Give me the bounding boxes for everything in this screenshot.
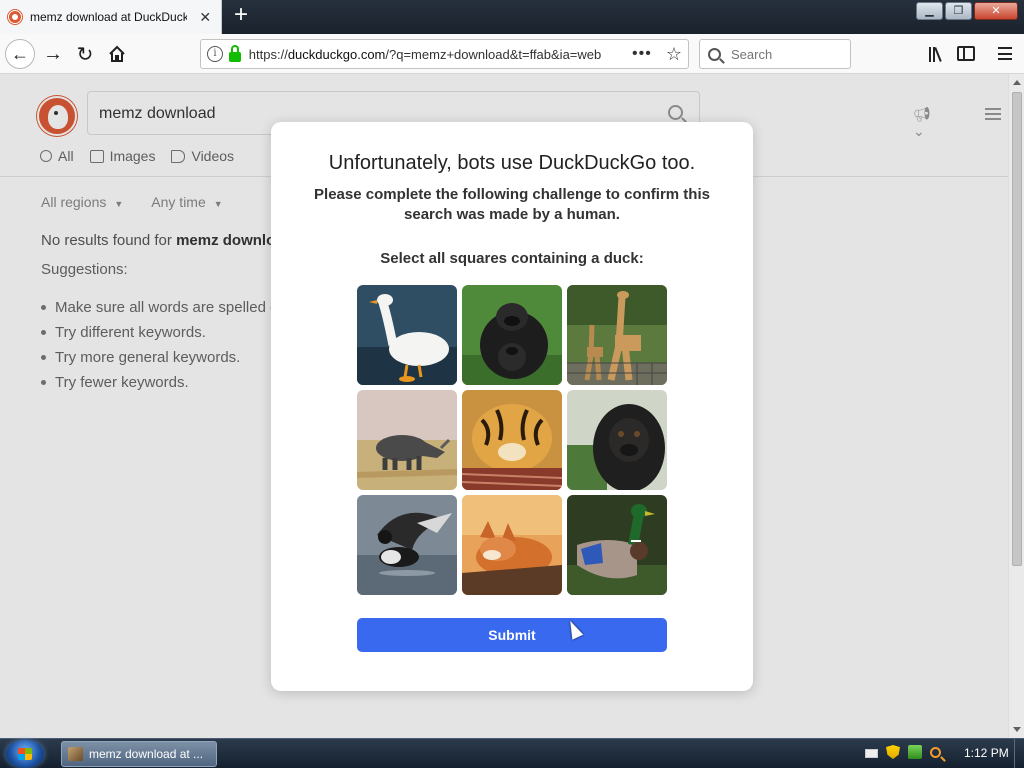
page-actions-menu-icon[interactable]: ••• [632, 45, 652, 63]
tiger-cub-image [462, 390, 562, 490]
diving-duck-image [357, 495, 457, 595]
modal-heading: Unfortunately, bots use DuckDuckGo too. [328, 152, 696, 174]
gorilla-image [567, 390, 667, 490]
page-content: memz download 📢︎ ⌄ All Images Videos All… [0, 74, 1008, 738]
library-icon[interactable] [925, 44, 945, 64]
challenge-tile-rhino[interactable] [357, 390, 457, 490]
challenge-tile-mallard-duck[interactable] [567, 495, 667, 595]
url-path: /?q=memz+download&t=ffab&ia=web [385, 46, 602, 62]
new-tab-button[interactable]: + [228, 3, 254, 29]
navigation-toolbar: ← → ↻ i https://duckduckgo.com/?q=memz+d… [0, 34, 1024, 74]
forward-arrow-icon: → [43, 42, 63, 65]
reload-button[interactable]: ↻ [70, 39, 100, 69]
bot-challenge-modal: Unfortunately, bots use DuckDuckGo too. … [271, 122, 753, 691]
reload-icon: ↻ [76, 43, 94, 66]
sidebar-toggle-icon[interactable] [957, 46, 975, 61]
url-prefix: https:// [248, 46, 288, 62]
security-shield-icon[interactable] [886, 745, 900, 759]
tab-close-icon[interactable]: ✕ [197, 9, 213, 26]
url-host: duckduckgo.com [287, 46, 386, 62]
network-icon[interactable] [908, 745, 922, 759]
minimize-button[interactable]: ▁ [916, 2, 943, 20]
lock-icon [228, 45, 241, 62]
home-button[interactable] [102, 39, 132, 69]
address-bar[interactable]: i https://duckduckgo.com/?q=memz+downloa… [200, 39, 689, 69]
challenge-tile-gorillas[interactable] [462, 285, 562, 385]
challenge-tile-giraffes[interactable] [567, 285, 667, 385]
taskbar-item-label: memz download at ... [89, 747, 204, 761]
window-controls: ▁ ❐ ✕ [916, 2, 1018, 20]
fox-image [462, 495, 562, 595]
tab-title: memz download at DuckDuckGo [30, 10, 188, 24]
gorillas-image [462, 285, 562, 385]
window-close-button[interactable]: ✕ [974, 2, 1018, 20]
hamburger-menu-icon[interactable] [998, 47, 1012, 60]
duckduckgo-favicon-icon [8, 10, 22, 24]
forward-button[interactable]: → [38, 39, 68, 69]
vertical-scrollbar[interactable] [1008, 74, 1024, 738]
submit-button[interactable]: Submit [357, 618, 667, 652]
challenge-tile-white-goose[interactable] [357, 285, 457, 385]
home-icon [109, 45, 125, 62]
browser-tab[interactable]: memz download at DuckDuckGo ✕ [0, 0, 222, 34]
challenge-tile-gorilla[interactable] [567, 390, 667, 490]
browser-search-box[interactable] [699, 39, 851, 69]
start-button[interactable] [6, 740, 44, 768]
challenge-instruction: Select all squares containing a duck: [380, 250, 644, 267]
bookmark-star-icon[interactable]: ☆ [666, 44, 682, 65]
modal-lead: Please complete the following challenge … [314, 186, 710, 223]
scrollbar-thumb[interactable] [1012, 92, 1022, 566]
scroll-down-icon[interactable] [1013, 727, 1021, 732]
taskbar-item-firefox[interactable]: memz download at ... [61, 741, 217, 767]
taskbar-clock[interactable]: 1:12 PM [964, 746, 1009, 760]
firefox-icon [68, 747, 83, 761]
site-info-icon[interactable]: i [207, 46, 223, 62]
giraffes-image [567, 285, 667, 385]
system-tray [865, 745, 941, 759]
browser-search-input[interactable] [731, 46, 831, 62]
tab-strip: memz download at DuckDuckGo ✕ + ▁ ❐ ✕ [0, 0, 1024, 34]
challenge-grid [357, 285, 667, 595]
mallard-duck-image [567, 495, 667, 595]
white-goose-image [357, 285, 457, 385]
back-button[interactable]: ← [5, 39, 35, 69]
challenge-tile-diving-duck[interactable] [357, 495, 457, 595]
challenge-tile-fox[interactable] [462, 495, 562, 595]
search-icon [708, 47, 721, 61]
url-text[interactable]: https://duckduckgo.com/?q=memz+download&… [249, 47, 618, 62]
rhino-image [357, 390, 457, 490]
challenge-tile-tiger-cub[interactable] [462, 390, 562, 490]
back-arrow-icon: ← [11, 43, 29, 64]
scroll-up-icon[interactable] [1013, 80, 1021, 85]
show-desktop-button[interactable] [1014, 739, 1024, 768]
maximize-button[interactable]: ❐ [945, 2, 972, 20]
keyboard-icon[interactable] [865, 749, 878, 758]
search-tray-icon[interactable] [930, 746, 941, 758]
windows-taskbar: memz download at ... 1:12 PM [0, 738, 1024, 768]
